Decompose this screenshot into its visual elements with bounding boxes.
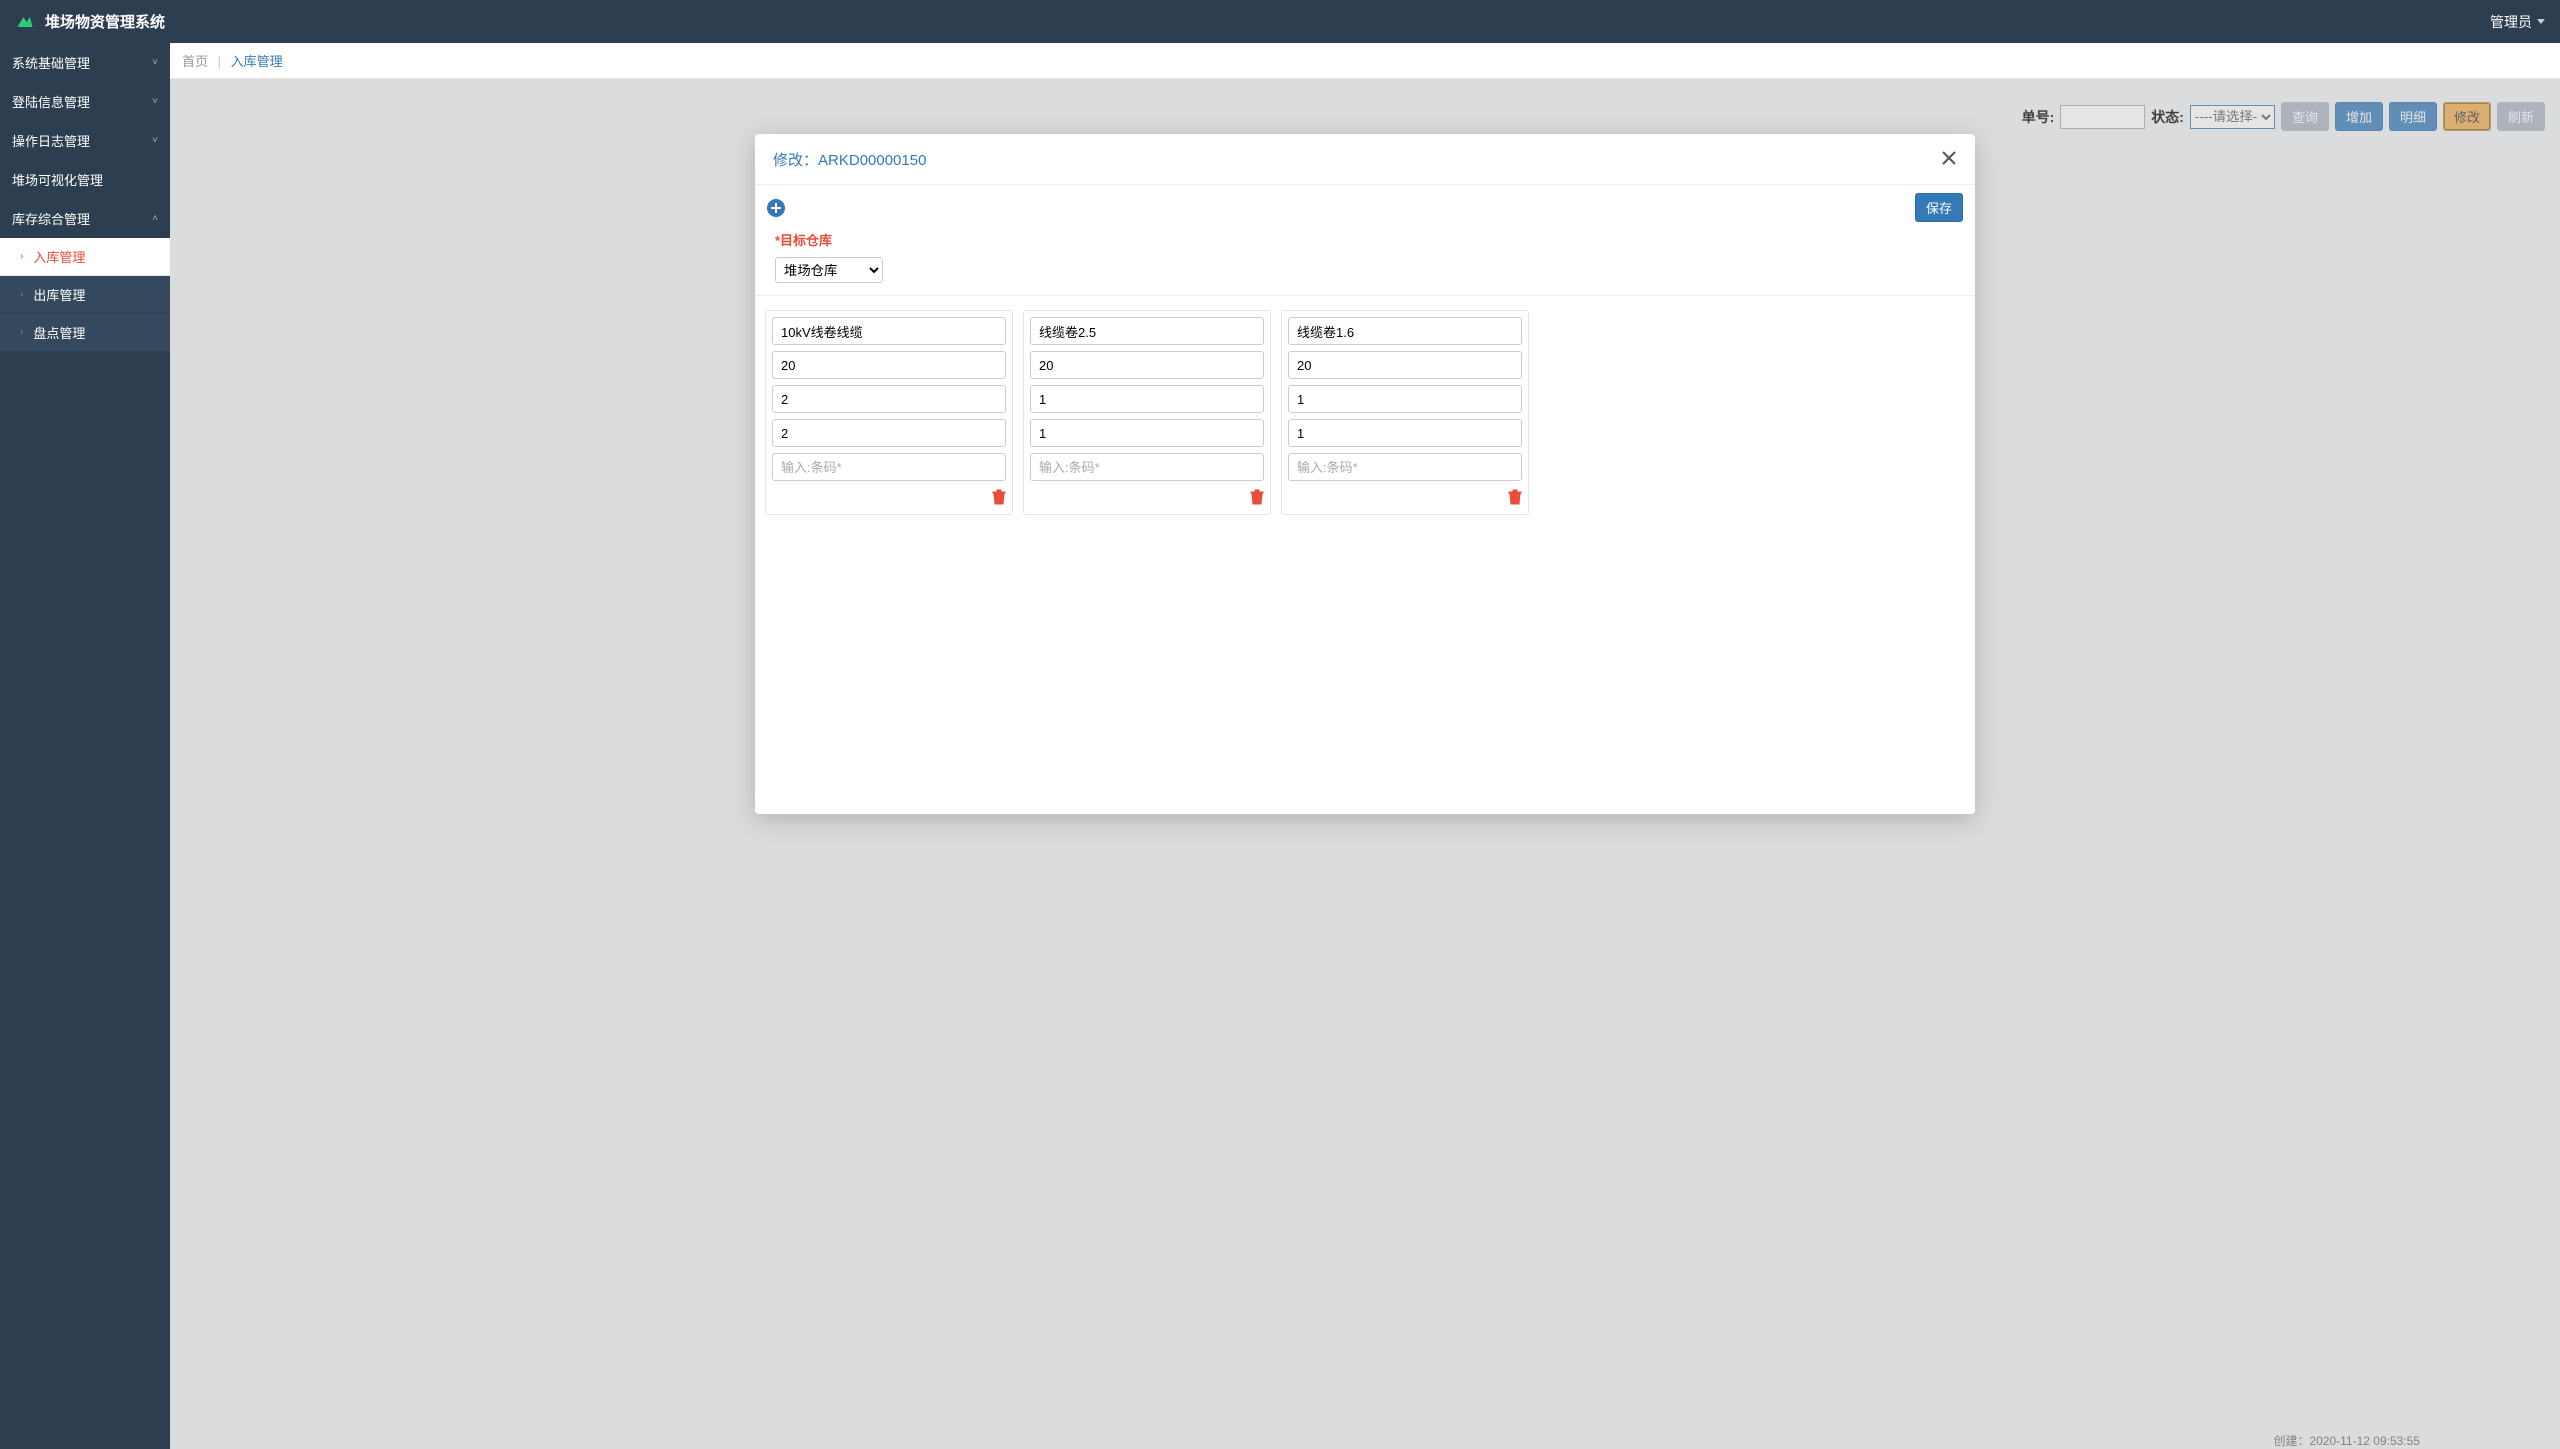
item-field4-input[interactable] [772,419,1006,447]
plus-icon [771,203,781,213]
nav-item-label: 库存综合管理 [12,209,90,228]
nav-item-label: 堆场可视化管理 [12,170,103,189]
sub-nav-item-1[interactable]: › 出库管理 [0,276,170,314]
nav-item-4[interactable]: 库存综合管理 ˄ [0,199,170,238]
delete-item-button[interactable] [1250,489,1264,508]
item-field3-input[interactable] [1030,385,1264,413]
nav-item-label: 操作日志管理 [12,131,90,150]
breadcrumb-home[interactable]: 首页 [182,54,208,69]
item-name-input[interactable] [772,317,1006,345]
target-warehouse-label: *目标仓库 [755,230,1975,253]
app-header: 堆场物资管理系统 管理员 [0,0,2560,43]
item-card-2 [1281,310,1529,515]
item-qty-input[interactable] [1288,351,1522,379]
nav-item-label: 登陆信息管理 [12,92,90,111]
item-field3-input[interactable] [1288,385,1522,413]
item-name-input[interactable] [1288,317,1522,345]
sub-nav-label: 盘点管理 [33,323,85,342]
breadcrumb-separator: | [218,54,221,69]
trash-icon [1250,489,1264,505]
content-area: 首页 | 入库管理 单号: 状态: ----请选择---- 查询 增加 明细 修… [170,43,2560,1449]
sub-nav-item-0[interactable]: › 入库管理 [0,238,170,276]
add-item-button[interactable] [767,199,785,217]
item-cards-container [755,296,1975,529]
delete-item-button[interactable] [1508,489,1522,508]
modal-overlay: 修改：ARKD00000150 保存 *目标仓库 [170,79,2560,1449]
item-barcode-input[interactable] [772,453,1006,481]
trash-icon [1508,489,1522,505]
item-field3-input[interactable] [772,385,1006,413]
sub-nav-item-2[interactable]: › 盘点管理 [0,314,170,352]
modal-title: 修改：ARKD00000150 [773,149,926,170]
item-barcode-input[interactable] [1288,453,1522,481]
item-qty-input[interactable] [1030,351,1264,379]
app-logo-icon [15,12,35,32]
breadcrumb: 首页 | 入库管理 [170,43,2560,79]
item-name-input[interactable] [1030,317,1264,345]
item-card-1 [1023,310,1271,515]
nav-item-3[interactable]: 堆场可视化管理 [0,160,170,199]
breadcrumb-current: 入库管理 [231,54,283,69]
close-icon [1941,150,1957,166]
item-barcode-input[interactable] [1030,453,1264,481]
chevron-up-icon: ˄ [152,213,158,224]
chevron-down-icon: ˅ [152,96,158,107]
trash-icon [992,489,1006,505]
modal-close-button[interactable] [1941,148,1957,170]
nav-item-2[interactable]: 操作日志管理 ˅ [0,121,170,160]
save-button[interactable]: 保存 [1915,193,1963,222]
sidebar: 系统基础管理 ˅ 登陆信息管理 ˅ 操作日志管理 ˅ 堆场可视化管理库存综合管理 ˄ › 入库管理… [0,43,170,1449]
nav-item-label: 系统基础管理 [12,53,90,72]
sub-nav-label: 入库管理 [33,247,85,266]
item-field4-input[interactable] [1288,419,1522,447]
chevron-right-icon: › [20,251,23,262]
sub-nav-label: 出库管理 [33,285,85,304]
delete-item-button[interactable] [992,489,1006,508]
chevron-down-icon: ˅ [152,57,158,68]
nav-item-1[interactable]: 登陆信息管理 ˅ [0,82,170,121]
item-field4-input[interactable] [1030,419,1264,447]
edit-modal: 修改：ARKD00000150 保存 *目标仓库 [755,134,1975,814]
caret-down-icon [2537,19,2545,24]
chevron-down-icon: ˅ [152,135,158,146]
user-menu[interactable]: 管理员 [2490,12,2545,32]
nav-item-0[interactable]: 系统基础管理 ˅ [0,43,170,82]
user-label: 管理员 [2490,12,2532,32]
chevron-right-icon: › [20,289,23,300]
app-title: 堆场物资管理系统 [45,11,165,32]
chevron-right-icon: › [20,327,23,338]
item-qty-input[interactable] [772,351,1006,379]
item-card-0 [765,310,1013,515]
target-warehouse-select[interactable]: 堆场仓库 [775,257,883,283]
